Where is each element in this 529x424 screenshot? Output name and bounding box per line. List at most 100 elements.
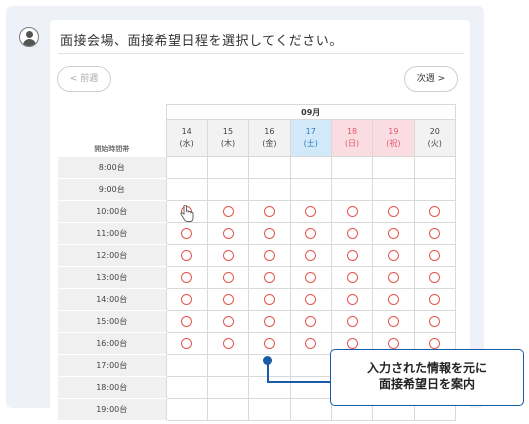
available-slot[interactable] (206, 332, 250, 355)
available-circle-icon[interactable] (222, 294, 234, 305)
available-circle-icon[interactable] (263, 250, 275, 261)
available-circle-icon[interactable] (387, 316, 399, 327)
available-slot[interactable] (165, 222, 208, 245)
available-circle-icon[interactable] (387, 294, 399, 305)
available-circle-icon[interactable] (263, 272, 275, 283)
available-slot[interactable] (330, 288, 374, 311)
available-circle-icon[interactable] (429, 228, 441, 239)
available-circle-icon[interactable] (263, 294, 275, 305)
available-slot[interactable] (165, 288, 208, 311)
available-circle-icon[interactable] (346, 294, 358, 305)
available-circle-icon[interactable] (387, 228, 399, 239)
available-circle-icon[interactable] (429, 272, 441, 283)
available-slot[interactable] (248, 244, 291, 267)
available-circle-icon[interactable] (346, 338, 358, 349)
available-circle-icon[interactable] (429, 206, 441, 217)
available-circle-icon[interactable] (222, 272, 234, 283)
available-circle-icon[interactable] (305, 206, 317, 217)
available-circle-icon[interactable] (263, 228, 275, 239)
available-circle-icon[interactable] (429, 250, 441, 261)
available-slot[interactable] (413, 200, 457, 223)
available-slot[interactable] (413, 288, 457, 311)
date-header-16: 16 (金) (248, 119, 291, 157)
time-label: 11:00台 (58, 222, 166, 245)
available-slot[interactable] (413, 222, 457, 245)
available-slot[interactable] (413, 244, 457, 267)
available-circle-icon[interactable] (346, 316, 358, 327)
available-slot[interactable] (330, 310, 374, 333)
available-slot[interactable] (372, 310, 415, 333)
available-circle-icon[interactable] (222, 316, 234, 327)
available-slot[interactable] (372, 288, 415, 311)
available-circle-icon[interactable] (346, 206, 358, 217)
table-row: 13:00台 (58, 266, 457, 289)
available-slot[interactable] (206, 200, 250, 223)
available-slot[interactable] (413, 266, 457, 289)
available-slot[interactable] (330, 244, 374, 267)
available-circle-icon[interactable] (222, 338, 234, 349)
available-circle-icon[interactable] (222, 250, 234, 261)
available-slot[interactable] (289, 332, 332, 355)
available-slot[interactable] (165, 332, 208, 355)
available-circle-icon[interactable] (305, 250, 317, 261)
available-circle-icon[interactable] (181, 272, 193, 283)
available-circle-icon[interactable] (305, 228, 317, 239)
available-slot[interactable] (372, 222, 415, 245)
next-week-button[interactable]: 次週 > (404, 66, 458, 92)
available-circle-icon[interactable] (305, 316, 317, 327)
table-row: 12:00台 (58, 244, 457, 267)
available-circle-icon[interactable] (181, 228, 193, 239)
available-slot[interactable] (289, 200, 332, 223)
available-slot[interactable] (206, 310, 250, 333)
available-slot[interactable] (206, 266, 250, 289)
available-slot[interactable] (248, 222, 291, 245)
available-slot[interactable] (289, 310, 332, 333)
available-slot[interactable] (372, 266, 415, 289)
available-circle-icon[interactable] (305, 294, 317, 305)
available-circle-icon[interactable] (222, 228, 234, 239)
available-slot[interactable] (289, 266, 332, 289)
prev-week-button[interactable]: < 前週 (57, 66, 111, 92)
available-slot[interactable] (330, 266, 374, 289)
available-circle-icon[interactable] (181, 250, 193, 261)
available-slot[interactable] (372, 200, 415, 223)
available-slot[interactable] (248, 332, 291, 355)
available-circle-icon[interactable] (429, 294, 441, 305)
available-circle-icon[interactable] (387, 272, 399, 283)
available-circle-icon[interactable] (387, 338, 399, 349)
available-slot[interactable] (165, 310, 208, 333)
available-slot[interactable] (413, 310, 457, 333)
available-circle-icon[interactable] (181, 294, 193, 305)
available-slot[interactable] (165, 266, 208, 289)
available-slot[interactable] (206, 244, 250, 267)
available-circle-icon[interactable] (346, 228, 358, 239)
available-slot[interactable] (248, 200, 291, 223)
available-circle-icon[interactable] (387, 206, 399, 217)
available-slot[interactable] (372, 244, 415, 267)
available-slot[interactable] (289, 288, 332, 311)
available-circle-icon[interactable] (429, 316, 441, 327)
available-slot[interactable] (330, 222, 374, 245)
available-slot[interactable] (330, 200, 374, 223)
available-slot[interactable] (248, 288, 291, 311)
available-circle-icon[interactable] (346, 272, 358, 283)
available-slot[interactable] (289, 222, 332, 245)
available-circle-icon[interactable] (346, 250, 358, 261)
available-circle-icon[interactable] (387, 250, 399, 261)
available-circle-icon[interactable] (429, 338, 441, 349)
available-circle-icon[interactable] (263, 316, 275, 327)
table-row: 9:00台 (58, 178, 457, 201)
available-slot[interactable] (248, 266, 291, 289)
available-circle-icon[interactable] (181, 316, 193, 327)
available-circle-icon[interactable] (222, 206, 234, 217)
available-circle-icon[interactable] (305, 338, 317, 349)
available-slot[interactable] (206, 222, 250, 245)
available-slot[interactable] (248, 310, 291, 333)
available-circle-icon[interactable] (305, 272, 317, 283)
available-slot[interactable] (165, 244, 208, 267)
available-circle-icon[interactable] (181, 338, 193, 349)
available-circle-icon[interactable] (263, 338, 275, 349)
available-circle-icon[interactable] (263, 206, 275, 217)
available-slot[interactable] (289, 244, 332, 267)
available-slot[interactable] (206, 288, 250, 311)
